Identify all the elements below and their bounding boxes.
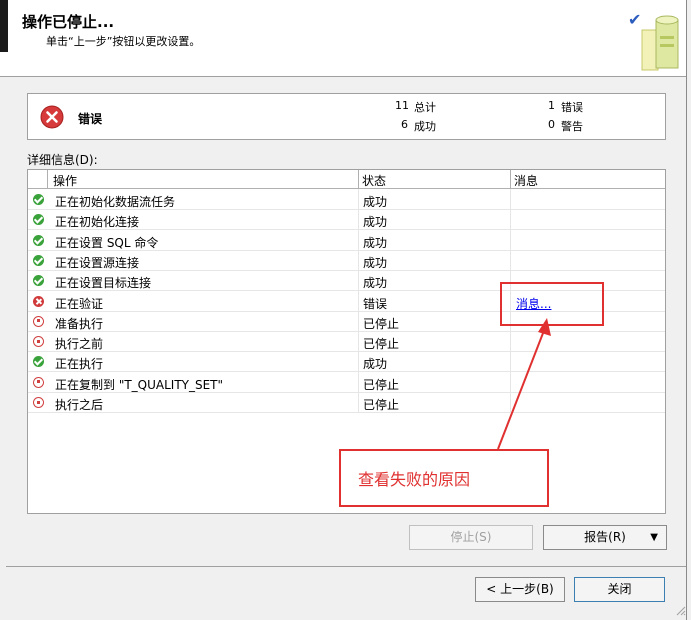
- close-button[interactable]: 关闭: [574, 577, 665, 602]
- window-edge: [0, 0, 8, 52]
- success-icon: [33, 275, 44, 287]
- annotation-text: 查看失败的原因: [358, 470, 471, 489]
- stopped-icon: [33, 376, 44, 388]
- error-label: 错误: [561, 101, 583, 114]
- row-status: 成功: [363, 276, 388, 291]
- wizard-header: 操作已停止... 单击“上一步”按钮以更改设置。 ✔: [0, 0, 691, 77]
- stopped-icon: [33, 397, 44, 408]
- column-header-action[interactable]: 操作: [53, 172, 77, 189]
- page-title: 操作已停止...: [22, 13, 115, 31]
- error-count: 1: [548, 99, 555, 112]
- row-status: 错误: [363, 296, 388, 311]
- annotation-callout: 查看失败的原因: [339, 449, 549, 507]
- table-row[interactable]: 执行之后 已停止: [28, 393, 665, 413]
- table-row[interactable]: 执行之前 已停止: [28, 332, 665, 353]
- table-row[interactable]: 正在复制到 "T_QUALITY_SET" 已停止: [28, 373, 665, 393]
- result-summary: 错误 11 总计 6 成功 1 错误 0 警告: [27, 93, 666, 140]
- row-action: 正在执行: [55, 357, 104, 372]
- success-icon: [33, 194, 44, 205]
- success-icon: [33, 356, 44, 368]
- column-header-status[interactable]: 状态: [362, 172, 386, 189]
- stopped-icon: [33, 315, 44, 327]
- row-action: 正在验证: [55, 296, 104, 311]
- report-button-label: 报告(R): [584, 530, 626, 544]
- row-action: 正在设置 SQL 命令: [55, 235, 159, 250]
- success-label: 成功: [414, 120, 436, 133]
- row-action: 正在设置目标连接: [55, 276, 152, 291]
- stopped-icon: [33, 336, 44, 348]
- row-action: 执行之后: [55, 398, 104, 412]
- row-status: 已停止: [363, 398, 400, 412]
- success-icon: [33, 214, 44, 226]
- table-row[interactable]: 正在初始化数据流任务 成功: [28, 190, 665, 210]
- back-button[interactable]: < 上一步(B): [475, 577, 565, 602]
- wizard-banner-icon: [641, 15, 679, 71]
- row-status: 成功: [363, 255, 388, 270]
- table-row[interactable]: 正在设置源连接 成功: [28, 251, 665, 271]
- row-action: 执行之前: [55, 337, 104, 352]
- row-status: 已停止: [363, 337, 400, 352]
- row-action: 正在设置源连接: [55, 255, 140, 270]
- details-label: 详细信息(D):: [27, 153, 98, 167]
- success-count: 6: [401, 118, 408, 131]
- summary-status: 错误: [78, 112, 103, 126]
- row-action: 准备执行: [55, 316, 104, 331]
- table-row[interactable]: 正在执行 成功: [28, 352, 665, 373]
- message-highlight-box: [500, 282, 604, 326]
- row-status: 已停止: [363, 377, 400, 392]
- table-row[interactable]: 正在初始化连接 成功: [28, 210, 665, 231]
- resize-grip-icon[interactable]: [674, 604, 686, 616]
- row-action: 正在初始化数据流任务: [55, 195, 176, 209]
- error-icon: [40, 105, 64, 129]
- dropdown-arrow-icon: ▼: [650, 532, 658, 543]
- total-count: 11: [395, 99, 409, 112]
- grid-header: 操作 状态 消息: [28, 170, 665, 189]
- row-status: 成功: [363, 357, 388, 372]
- table-row[interactable]: 正在设置 SQL 命令 成功: [28, 231, 665, 251]
- footer-divider: [6, 566, 686, 567]
- row-status: 成功: [363, 215, 388, 230]
- warning-label: 警告: [561, 120, 583, 133]
- success-icon: [33, 254, 44, 266]
- row-action: 正在初始化连接: [55, 215, 140, 230]
- window-border: [686, 0, 691, 620]
- total-label: 总计: [414, 101, 436, 114]
- row-status: 成功: [363, 195, 388, 209]
- row-status: 已停止: [363, 316, 400, 331]
- page-subtitle: 单击“上一步”按钮以更改设置。: [46, 35, 201, 48]
- column-header-message[interactable]: 消息: [514, 172, 538, 189]
- success-icon: [33, 234, 44, 246]
- row-action: 正在复制到 "T_QUALITY_SET": [55, 377, 224, 392]
- error-icon: [33, 295, 44, 307]
- row-status: 成功: [363, 235, 388, 250]
- report-button[interactable]: 报告(R) ▼: [543, 525, 667, 550]
- warning-count: 0: [548, 118, 555, 131]
- stop-button[interactable]: 停止(S): [409, 525, 533, 550]
